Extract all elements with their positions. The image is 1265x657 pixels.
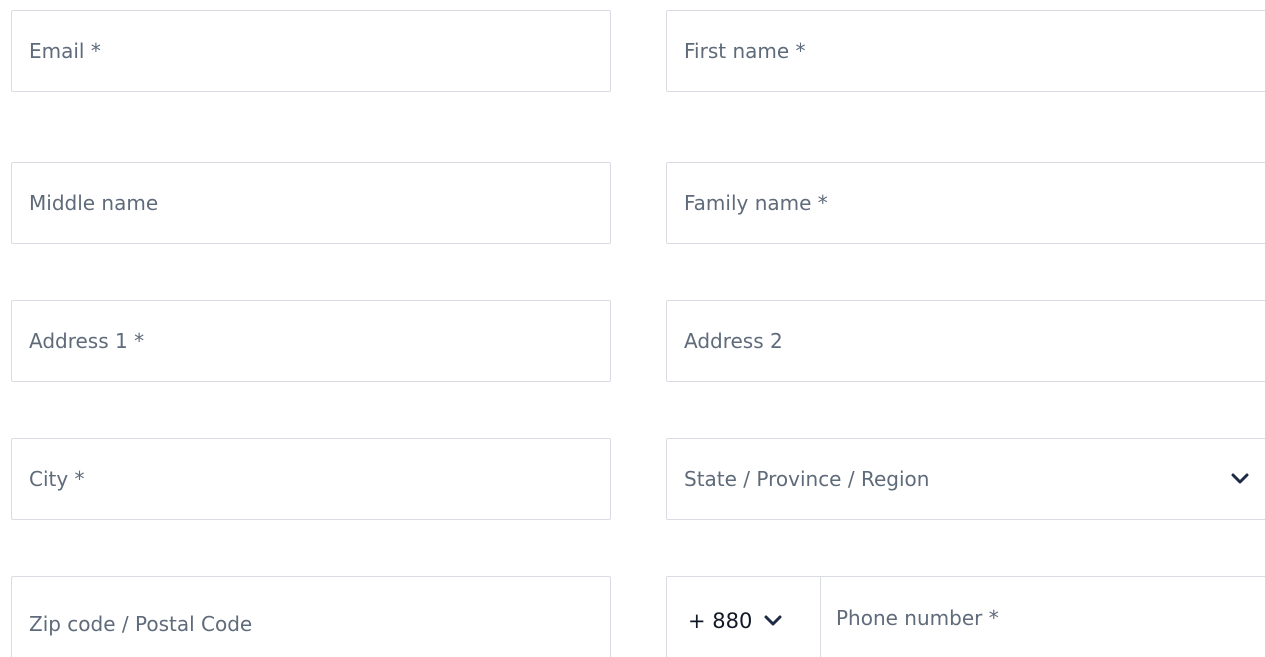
phone-input-container bbox=[821, 577, 1265, 657]
country-code-select[interactable]: + 880 bbox=[667, 577, 821, 657]
chevron-down-icon bbox=[1229, 468, 1251, 490]
first-name-field[interactable] bbox=[667, 11, 1265, 91]
phone-field-group: + 880 bbox=[666, 576, 1265, 657]
zip-field[interactable] bbox=[12, 583, 610, 657]
address2-field[interactable] bbox=[667, 301, 1265, 381]
address1-field[interactable] bbox=[12, 301, 610, 381]
country-code-value: + 880 bbox=[688, 609, 753, 633]
phone-number-field[interactable] bbox=[821, 577, 1265, 657]
email-field-container bbox=[11, 10, 611, 92]
state-select[interactable]: State / Province / Region bbox=[666, 438, 1265, 520]
family-name-field[interactable] bbox=[667, 163, 1265, 243]
chevron-down-icon bbox=[762, 604, 784, 632]
address1-field-container bbox=[11, 300, 611, 382]
city-field[interactable] bbox=[12, 439, 610, 519]
address-form: State / Province / Region + 880 bbox=[0, 0, 1265, 657]
email-field[interactable] bbox=[12, 11, 610, 91]
middle-name-field-container bbox=[11, 162, 611, 244]
zip-field-container bbox=[11, 576, 611, 657]
family-name-field-container bbox=[666, 162, 1265, 244]
city-field-container bbox=[11, 438, 611, 520]
first-name-field-container bbox=[666, 10, 1265, 92]
address2-field-container bbox=[666, 300, 1265, 382]
middle-name-field[interactable] bbox=[12, 163, 610, 243]
state-select-label: State / Province / Region bbox=[684, 467, 930, 491]
